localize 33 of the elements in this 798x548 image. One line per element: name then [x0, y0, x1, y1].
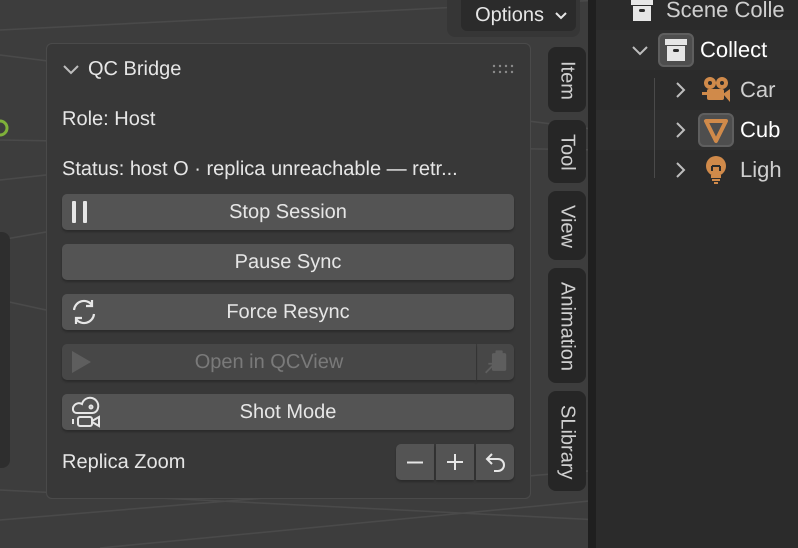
- status-text: Status: host O · replica unreachable — retr...: [62, 158, 458, 180]
- options-dropdown[interactable]: Options: [461, 0, 576, 31]
- role-text: Role: Host: [62, 108, 156, 130]
- sidebar-tab[interactable]: Animation: [548, 268, 586, 383]
- movie-camera-icon: [70, 396, 102, 428]
- action-button[interactable]: Shot Mode: [62, 394, 514, 430]
- play-icon: [70, 350, 92, 374]
- zoom-label: Replica Zoom: [62, 450, 186, 474]
- plus-icon: [445, 452, 465, 472]
- refresh-icon: [70, 298, 98, 326]
- sidebar-tab[interactable]: View: [548, 190, 586, 260]
- drag-handle-icon[interactable]: [492, 64, 514, 74]
- zoom-button[interactable]: [396, 444, 434, 480]
- chevron-down-icon: [554, 10, 568, 20]
- pause-icon: [70, 200, 90, 224]
- outliner-item[interactable]: Collect: [700, 37, 768, 63]
- box-icon[interactable]: [658, 33, 694, 67]
- action-button[interactable]: Force Resync: [62, 294, 514, 330]
- outliner-item[interactable]: Ligh: [740, 157, 782, 183]
- panel-title[interactable]: QC Bridge: [88, 58, 484, 80]
- sidebar-tab[interactable]: Item: [548, 47, 586, 112]
- minus-icon: [406, 460, 424, 464]
- sidebar-tab[interactable]: Tool: [548, 120, 586, 183]
- outliner-item[interactable]: Cub: [740, 117, 780, 143]
- action-button[interactable]: Stop Session: [62, 194, 514, 230]
- outliner-item[interactable]: Car: [740, 77, 776, 103]
- zoom-button[interactable]: [436, 444, 474, 480]
- sidebar-tab[interactable]: SLibrary: [548, 390, 586, 492]
- cone-icon[interactable]: [698, 113, 734, 147]
- clipboard-arrow-icon: [483, 348, 508, 376]
- outliner-item[interactable]: Scene Colle: [666, 0, 785, 23]
- zoom-button[interactable]: [476, 444, 514, 480]
- action-button[interactable]: Pause Sync: [62, 244, 514, 280]
